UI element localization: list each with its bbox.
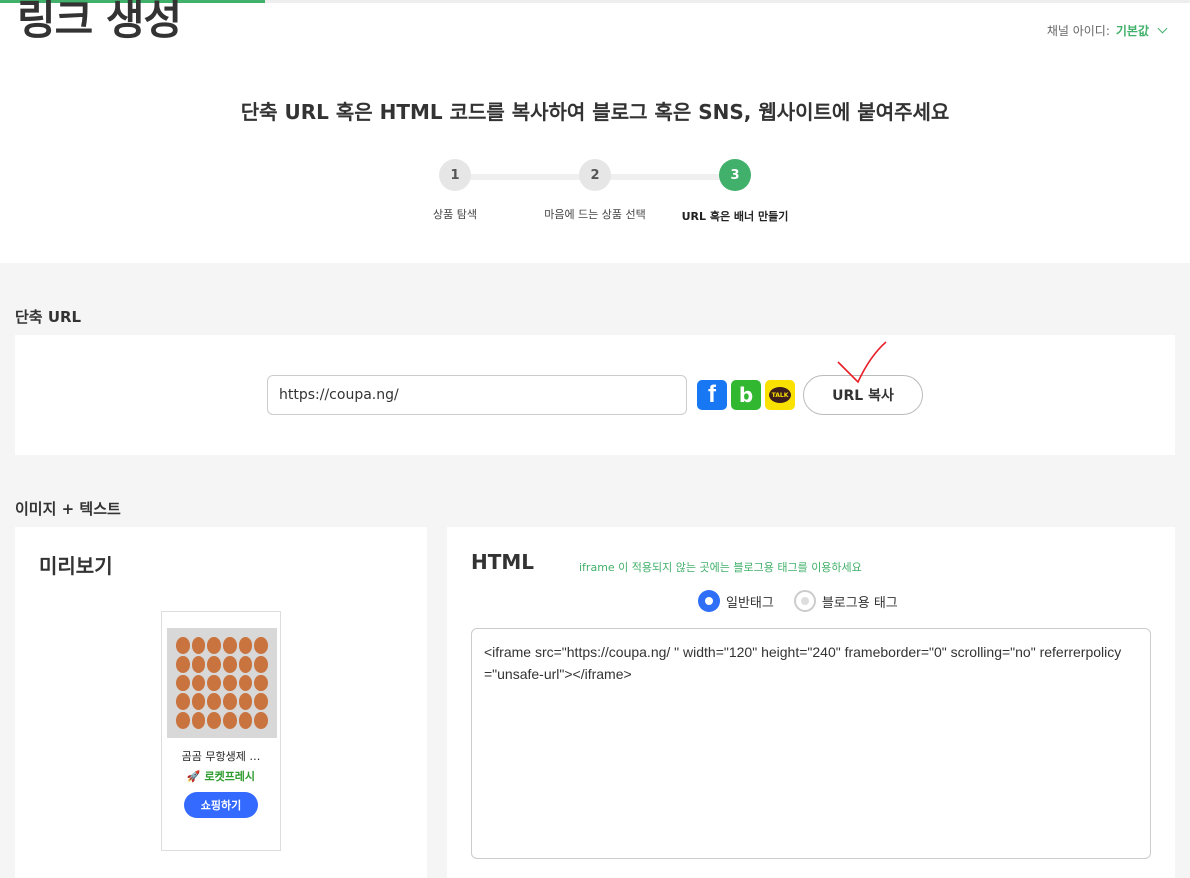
step-label-1: 상품 탐색	[433, 208, 477, 221]
rocket-fresh-badge: 🚀 로켓프레시	[186, 770, 256, 783]
radio-blog-label[interactable]: 블로그용 태그	[822, 592, 898, 611]
band-share-button[interactable]: b	[731, 380, 761, 410]
tag-type-radio-group: 일반태그 블로그용 태그	[698, 590, 898, 612]
kakao-share-button[interactable]: TALK	[765, 380, 795, 410]
page-title: 링크 생성	[17, 0, 182, 44]
html-code-textarea[interactable]: <iframe src="https://coupa.ng/ " width="…	[471, 628, 1151, 859]
step-circle-1: 1	[439, 159, 471, 191]
channel-value[interactable]: 기본값	[1116, 22, 1149, 39]
kakao-talk-icon: TALK	[769, 387, 791, 403]
step-label-3: URL 혹은 배너 만들기	[681, 210, 789, 223]
instruction-headline: 단축 URL 혹은 HTML 코드를 복사하여 블로그 혹은 SNS, 웹사이트…	[240, 100, 950, 124]
preview-title: 미리보기	[39, 554, 113, 578]
step-circle-2: 2	[579, 159, 611, 191]
short-url-field[interactable]: https://coupa.ng/	[267, 375, 687, 415]
iframe-hint: iframe 이 적용되지 않는 곳에는 블로그용 태그를 이용하세요	[579, 561, 862, 574]
step-label-2: 마음에 드는 상품 선택	[544, 208, 646, 221]
product-name: 곰곰 무항생제 …	[181, 750, 261, 763]
chevron-down-icon[interactable]	[1157, 23, 1168, 34]
facebook-share-button[interactable]: f	[697, 380, 727, 410]
shop-button[interactable]: 쇼핑하기	[184, 792, 258, 818]
html-title: HTML	[471, 550, 535, 574]
product-image[interactable]	[167, 628, 277, 738]
image-text-section-title: 이미지 + 텍스트	[15, 500, 121, 518]
short-url-section-title: 단축 URL	[15, 308, 82, 326]
step-circle-3: 3	[719, 159, 751, 191]
channel-label: 채널 아이디:	[1046, 24, 1110, 38]
channel-selector[interactable]: 채널 아이디: 기본값	[1046, 22, 1168, 39]
radio-blog-tag[interactable]	[793, 590, 816, 612]
radio-normal-tag[interactable]	[698, 590, 720, 612]
red-checkmark-annotation	[837, 341, 887, 384]
product-banner-preview[interactable]: 곰곰 무항생제 … 🚀 로켓프레시 쇼핑하기	[161, 611, 281, 851]
radio-normal-label[interactable]: 일반태그	[726, 592, 774, 611]
